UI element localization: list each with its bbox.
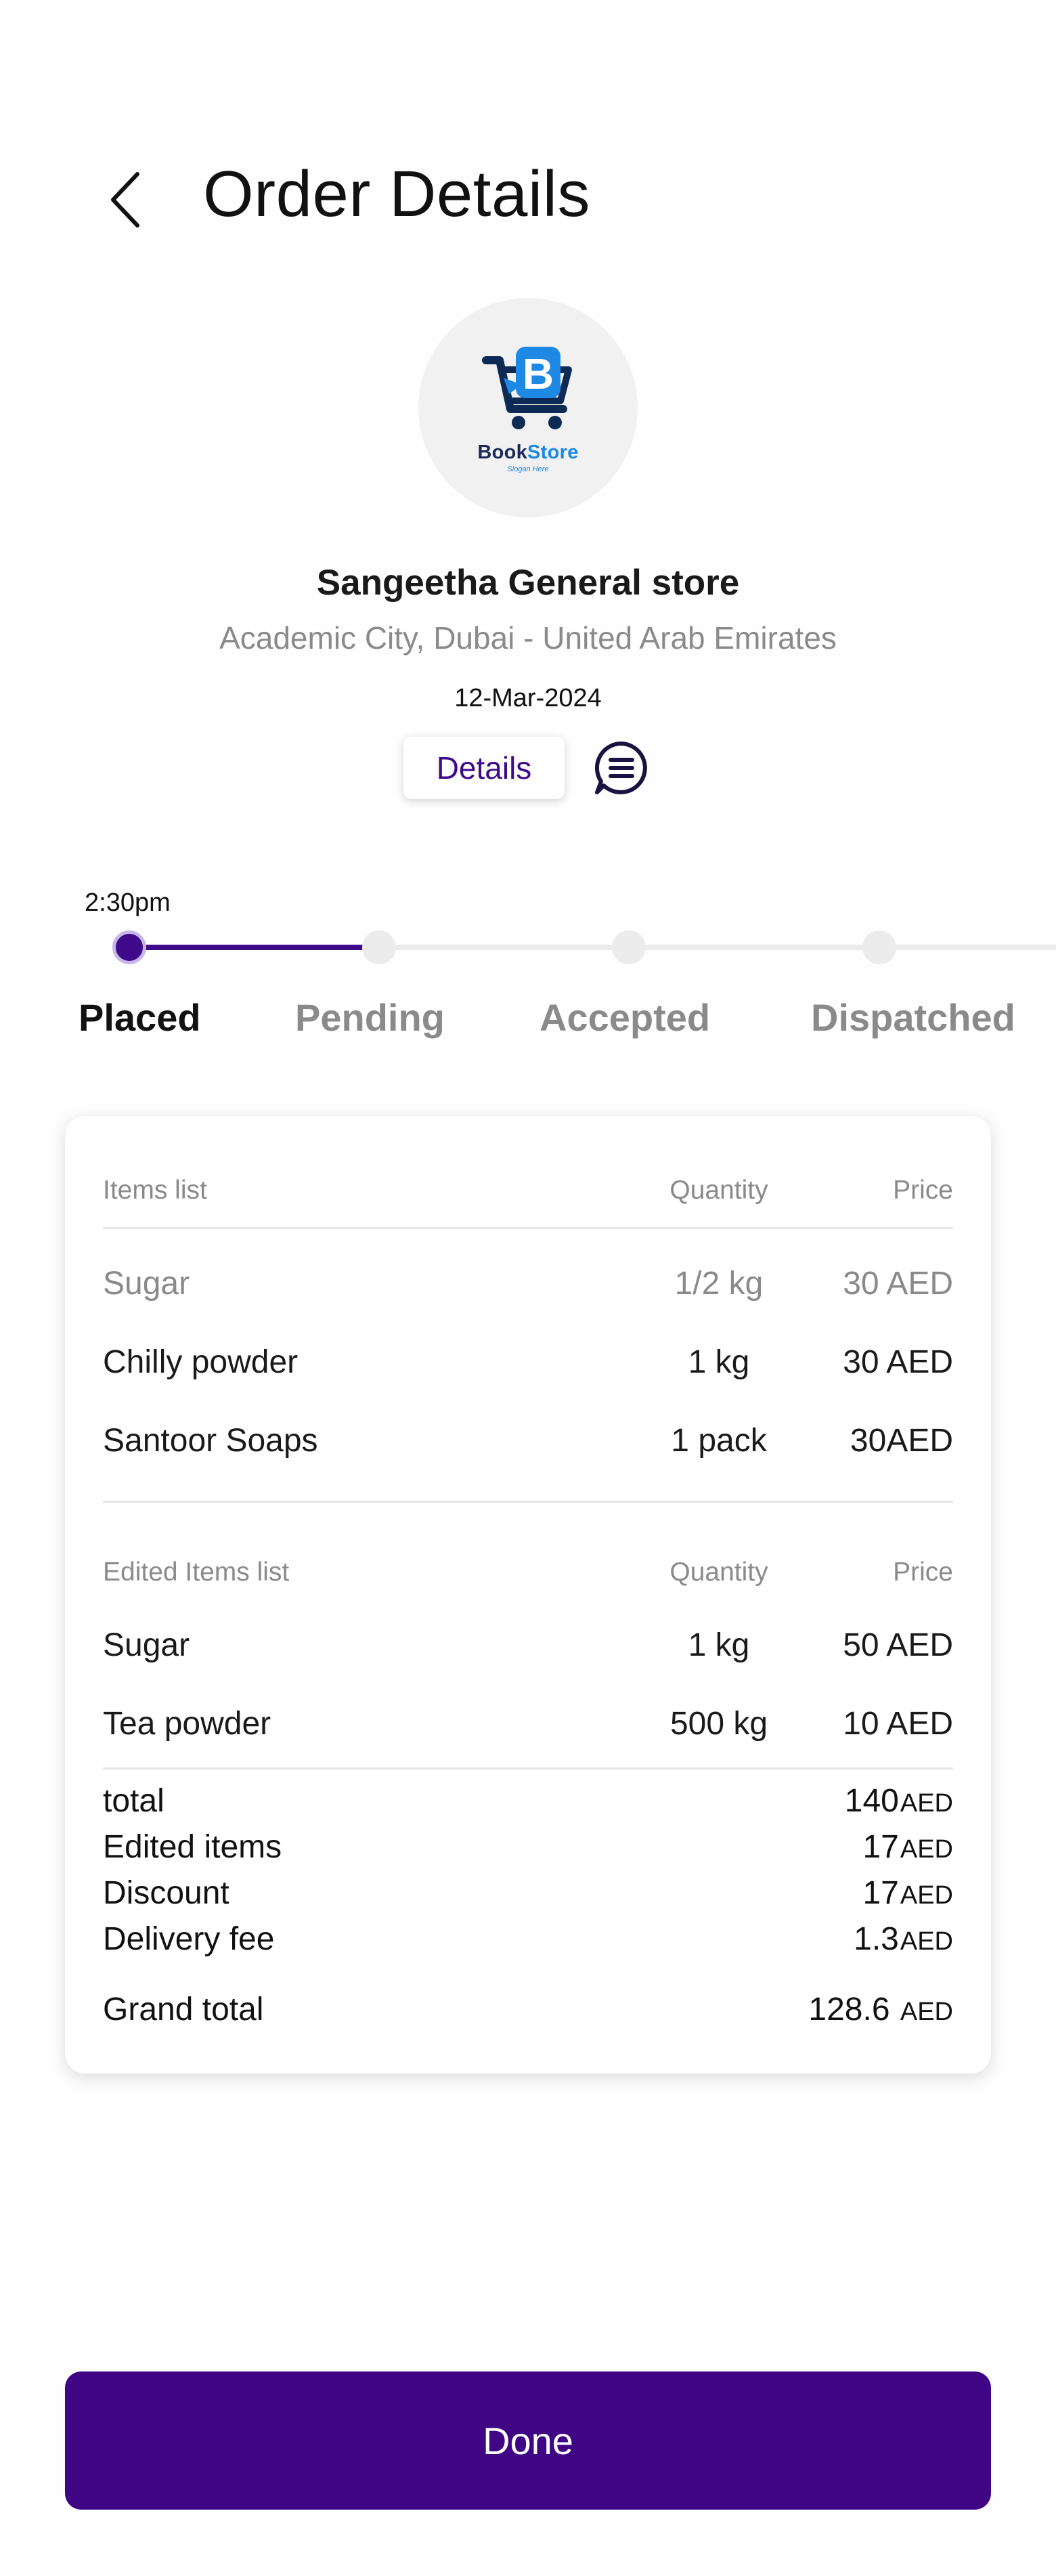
price-header: Price bbox=[893, 1558, 953, 1587]
summary-delivery-row: Delivery fee 1.3AED bbox=[103, 1920, 953, 1960]
store-address: Academic City, Dubai - United Arab Emira… bbox=[219, 620, 837, 656]
edited-item-row: Sugar 1 kg 50 AED bbox=[103, 1627, 953, 1667]
item-quantity: 500 kg bbox=[669, 1706, 768, 1742]
step-label-dispatched: Dispatched bbox=[811, 996, 1015, 1039]
quantity-header: Quantity bbox=[669, 1558, 768, 1587]
price-header: Price bbox=[893, 1176, 953, 1205]
summary-discount-row: Discount 17AED bbox=[103, 1874, 953, 1914]
item-quantity: 1 kg bbox=[688, 1627, 750, 1663]
order-summary-card: Items list Quantity Price Sugar 1/2 kg 3… bbox=[65, 1116, 991, 2074]
step-label-pending: Pending bbox=[295, 996, 445, 1039]
summary-grand-total-row: Grand total 128.6 AED bbox=[103, 1991, 953, 2030]
summary-value: 128.6 AED bbox=[808, 1992, 953, 2027]
divider bbox=[103, 1767, 953, 1769]
divider bbox=[103, 1501, 953, 1503]
edited-item-row: Tea powder 500 kg 10 AED bbox=[103, 1705, 953, 1746]
summary-label: Grand total bbox=[103, 1992, 264, 2027]
edited-items-title: Edited Items list bbox=[103, 1558, 290, 1587]
step-dot-dispatched bbox=[862, 930, 896, 964]
item-name: Sugar bbox=[103, 1627, 190, 1663]
svg-text:B: B bbox=[523, 349, 554, 398]
summary-label: total bbox=[103, 1783, 164, 1819]
back-button[interactable] bbox=[95, 163, 156, 237]
order-date: 12-Mar-2024 bbox=[454, 684, 602, 712]
step-dot-pending bbox=[362, 930, 396, 964]
item-row: Santoor Soaps 1 pack 30AED bbox=[103, 1422, 953, 1463]
quantity-header: Quantity bbox=[669, 1176, 768, 1205]
item-name: Tea powder bbox=[103, 1706, 271, 1742]
summary-value: 17AED bbox=[862, 1875, 953, 1911]
logo-slogan: Slogan Here bbox=[507, 465, 549, 473]
step-label-accepted: Accepted bbox=[540, 996, 711, 1039]
done-button[interactable]: Done bbox=[65, 2371, 991, 2510]
details-button[interactable]: Details bbox=[403, 737, 565, 799]
item-price: 10 AED bbox=[843, 1706, 953, 1742]
item-row: Chilly powder 1 kg 30 AED bbox=[103, 1344, 953, 1384]
edited-items-header: Edited Items list Quantity Price bbox=[103, 1558, 953, 1598]
step-label-placed: Placed bbox=[79, 996, 201, 1039]
store-logo: B BookStore Slogan Here bbox=[418, 298, 638, 517]
page-title: Order Details bbox=[203, 158, 590, 230]
items-list-title: Items list bbox=[103, 1176, 207, 1205]
item-name: Santoor Soaps bbox=[103, 1423, 318, 1459]
item-price: 50 AED bbox=[843, 1627, 953, 1663]
summary-edited-row: Edited items 17AED bbox=[103, 1828, 953, 1868]
item-price: 30 AED bbox=[843, 1344, 953, 1380]
item-price: 30AED bbox=[850, 1423, 953, 1459]
header: Order Details bbox=[0, 0, 1056, 284]
chat-icon[interactable] bbox=[593, 739, 650, 796]
cart-logo-icon: B bbox=[482, 346, 572, 429]
item-row: Sugar 1/2 kg 30 AED bbox=[103, 1265, 953, 1306]
item-name: Sugar bbox=[103, 1266, 190, 1302]
summary-value: 17AED bbox=[862, 1829, 953, 1865]
step-dot-placed bbox=[112, 930, 146, 964]
tracking-time: 2:30pm bbox=[85, 888, 171, 917]
item-name: Chilly powder bbox=[103, 1344, 299, 1380]
tracking-line-progress bbox=[129, 945, 379, 950]
items-list-header: Items list Quantity Price bbox=[103, 1176, 953, 1216]
summary-label: Discount bbox=[103, 1875, 229, 1911]
summary-value: 1.3AED bbox=[854, 1921, 953, 1957]
item-price: 30 AED bbox=[843, 1266, 953, 1302]
logo-brand: BookStore bbox=[477, 441, 579, 463]
item-quantity: 1 pack bbox=[671, 1423, 767, 1459]
item-quantity: 1/2 kg bbox=[674, 1266, 764, 1302]
divider bbox=[103, 1227, 953, 1229]
summary-total-row: total 140AED bbox=[103, 1782, 953, 1822]
summary-label: Delivery fee bbox=[103, 1921, 275, 1957]
step-dot-accepted bbox=[612, 930, 646, 964]
summary-label: Edited items bbox=[103, 1829, 282, 1865]
item-quantity: 1 kg bbox=[688, 1344, 750, 1380]
summary-value: 140AED bbox=[844, 1783, 953, 1819]
store-name: Sangeetha General store bbox=[316, 563, 740, 603]
chevron-left-icon bbox=[111, 172, 139, 228]
